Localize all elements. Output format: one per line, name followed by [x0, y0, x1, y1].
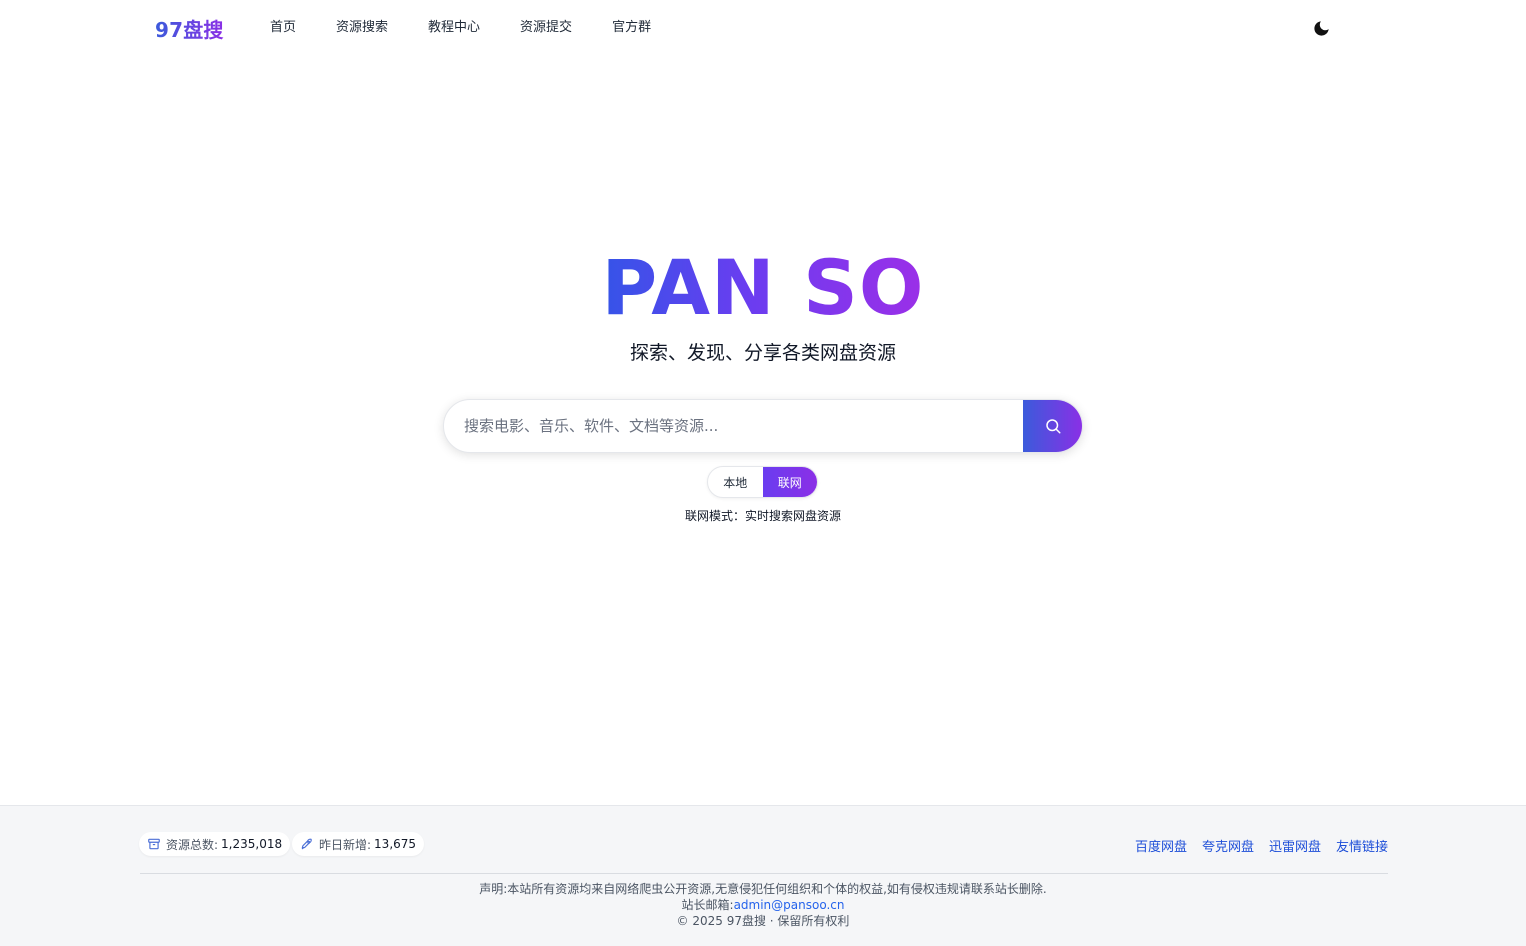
hero-title: PAN SO [0, 246, 1526, 330]
nav-resource-submit[interactable]: 资源提交 [520, 19, 572, 37]
mode-description: 联网模式：实时搜索网盘资源 [684, 509, 841, 523]
mode-online-button[interactable]: 联网 [762, 467, 817, 497]
footer-email-link[interactable]: admin@pansoo.cn [734, 898, 845, 912]
stat-total-label: 资源总数: [166, 837, 219, 852]
search-mode-switch: 本地 联网 [707, 466, 818, 498]
rocket-icon [301, 838, 312, 850]
page: 97盘搜 首页 资源搜索 教程中心 资源提交 官方群 PAN SO 探索、发现、… [0, 0, 1526, 946]
stat-total-resources: 资源总数: 1,235,018 [139, 832, 291, 856]
search-button[interactable] [1023, 400, 1082, 452]
footer-divider [140, 873, 1388, 874]
footer-link-friends[interactable]: 友情链接 [1336, 836, 1388, 855]
site-logo[interactable]: 97盘搜 [155, 14, 224, 43]
footer-copyright: © 2025 97盘搜 · 保留所有权利 [676, 914, 850, 928]
footer-email-line: 站长邮箱:admin@pansoo.cn [0, 897, 1526, 913]
nav-home[interactable]: 首页 [270, 19, 296, 37]
footer-links: 百度网盘 夸克网盘 迅雷网盘 友情链接 [1135, 836, 1388, 855]
stat-yesterday-new: 昨日新增: 13,675 [292, 832, 425, 856]
footer-link-xunlei[interactable]: 迅雷网盘 [1269, 836, 1321, 855]
nav-resource-search[interactable]: 资源搜索 [336, 19, 388, 37]
nav-tutorial-center[interactable]: 教程中心 [428, 19, 480, 37]
stat-total-value: 1,235,018 [221, 837, 283, 851]
archive-icon [148, 838, 160, 850]
stat-new-value: 13,675 [374, 837, 417, 851]
moon-icon [1313, 20, 1329, 36]
hero-subtitle: 探索、发现、分享各类网盘资源 [629, 342, 896, 364]
footer-link-baidu[interactable]: 百度网盘 [1135, 836, 1187, 855]
search-icon [1046, 419, 1061, 434]
mode-local-button[interactable]: 本地 [708, 467, 763, 497]
top-header: 97盘搜 首页 资源搜索 教程中心 资源提交 官方群 [0, 0, 1526, 56]
hero-title-text: PAN SO [601, 243, 925, 332]
nav-official-group[interactable]: 官方群 [612, 19, 651, 37]
main-nav: 首页 资源搜索 教程中心 资源提交 官方群 [270, 19, 691, 37]
footer-disclaimer: 声明:本站所有资源均来自网络爬虫公开资源,无意侵犯任何组织和个体的权益,如有侵权… [479, 882, 1047, 896]
theme-toggle-button[interactable] [1310, 17, 1332, 39]
footer-email-label: 站长邮箱: [681, 898, 734, 912]
search-bar [443, 399, 1083, 453]
search-input[interactable] [444, 400, 1023, 452]
footer-link-quark[interactable]: 夸克网盘 [1202, 836, 1254, 855]
stat-new-label: 昨日新增: [319, 837, 372, 852]
